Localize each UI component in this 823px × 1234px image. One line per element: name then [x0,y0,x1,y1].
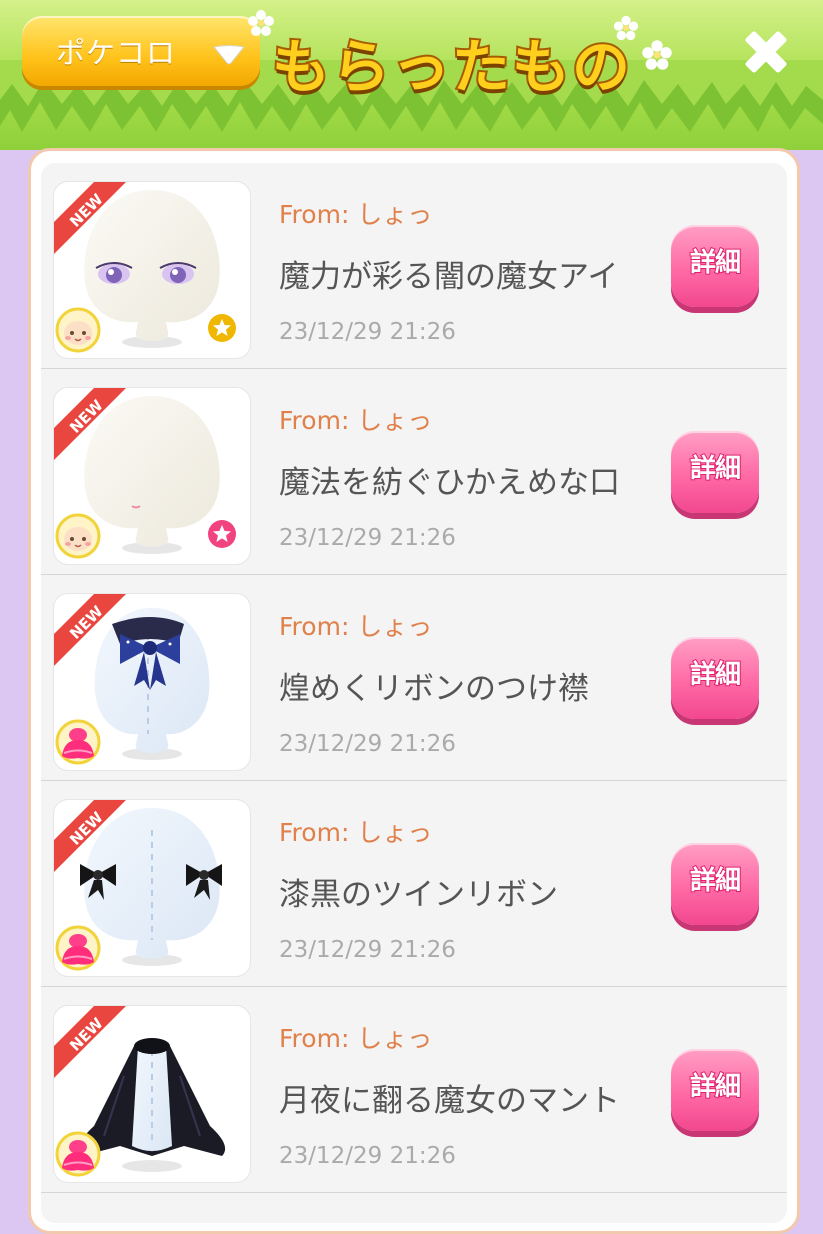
item-thumbnail[interactable] [54,1006,250,1182]
item-thumbnail[interactable] [54,182,250,358]
item-name: 煌めくリボンのつけ襟 [279,671,589,707]
item-name: 月夜に翻る魔女のマント [279,1083,620,1119]
dropdown-label: ポケコロ [56,36,177,70]
detail-button[interactable]: 詳細 [671,843,759,925]
sender-label: From: しょっ [279,612,433,641]
dress-icon [55,1131,101,1177]
detail-button[interactable]: 詳細 [671,431,759,513]
item-name: 魔力が彩る闇の魔女アイ [279,259,619,295]
item-preview-image [54,388,236,559]
detail-button-label: 詳細 [689,1071,742,1103]
received-date: 23/12/29 21:26 [279,525,456,551]
item-preview-image [54,800,222,971]
item-name: 漆黒のツインリボン [279,877,558,913]
item-thumbnail[interactable] [54,388,250,564]
detail-button[interactable]: 詳細 [671,1049,759,1131]
item-preview-image [54,1006,226,1177]
face-icon [55,307,101,353]
sparkle-icon [642,40,672,70]
detail-button-label: 詳細 [689,659,742,691]
dress-icon [55,925,101,971]
dress-icon [55,719,101,765]
sender-label: From: しょっ [279,200,433,229]
item-thumbnail[interactable] [54,800,250,976]
page-title: もらったもの [270,31,633,103]
detail-button-label: 詳細 [689,453,742,485]
item-thumbnail[interactable] [54,594,250,770]
gold-star-icon [208,314,236,342]
close-x-icon[interactable] [740,26,792,78]
list-item: From: しょっ 漆黒のツインリボン 23/12/29 21:26 詳細 [41,781,787,987]
received-date: 23/12/29 21:26 [279,319,456,345]
list-item: From: しょっ 魔力が彩る闇の魔女アイ 23/12/29 21:26 詳細 [41,163,787,369]
received-date: 23/12/29 21:26 [279,1143,456,1169]
received-date: 23/12/29 21:26 [279,937,456,963]
item-preview-image [54,182,236,353]
category-dropdown[interactable]: ポケコロ [22,16,260,86]
detail-button-label: 詳細 [689,865,742,897]
gift-list[interactable]: From: しょっ 魔力が彩る闇の魔女アイ 23/12/29 21:26 詳細 [41,163,787,1223]
list-item: From: しょっ 魔法を紡ぐひかえめな口 23/12/29 21:26 詳細 [41,369,787,575]
received-date: 23/12/29 21:26 [279,731,456,757]
sender-label: From: しょっ [279,818,433,847]
detail-button-label: 詳細 [689,247,742,279]
list-item: From: しょっ 煌めくリボンのつけ襟 23/12/29 21:26 詳細 [41,575,787,781]
detail-button[interactable]: 詳細 [671,637,759,719]
sparkle-icon [613,15,639,41]
detail-button[interactable]: 詳細 [671,225,759,307]
sender-label: From: しょっ [279,1024,433,1053]
pink-star-icon [208,520,236,548]
face-icon [55,513,101,559]
header-bar: ポケコロ もらったもの [0,0,823,150]
gift-list-panel: From: しょっ 魔力が彩る闇の魔女アイ 23/12/29 21:26 詳細 [28,148,800,1234]
item-preview-image [54,594,210,765]
list-item: From: しょっ 月夜に翻る魔女のマント 23/12/29 21:26 詳細 [41,987,787,1193]
item-name: 魔法を紡ぐひかえめな口 [279,465,620,501]
sender-label: From: しょっ [279,406,433,435]
chevron-down-icon [213,45,245,65]
